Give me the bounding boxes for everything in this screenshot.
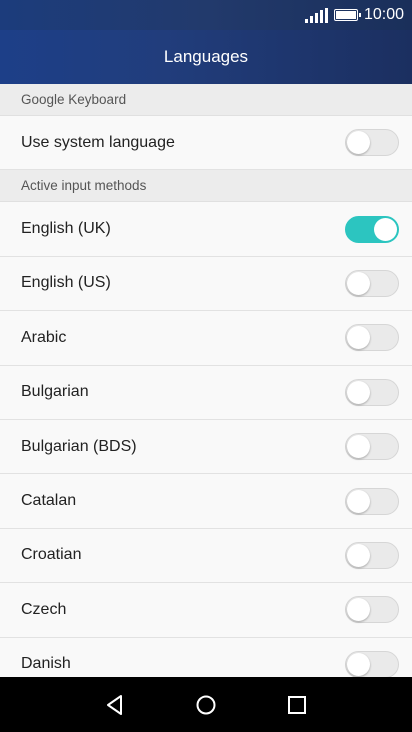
section-header-active-input-methods: Active input methods (0, 170, 412, 203)
toggle-knob (347, 271, 370, 295)
section-header-google-keyboard: Google Keyboard (0, 84, 412, 116)
setting-label: Czech (21, 600, 67, 618)
setting-label: English (UK) (21, 220, 111, 238)
setting-row-english-uk[interactable]: English (UK) (0, 202, 412, 257)
setting-label: Catalan (21, 492, 77, 510)
toggle-switch[interactable] (345, 596, 399, 624)
setting-label: Bulgarian (21, 383, 89, 401)
status-bar: 10:00 (0, 0, 412, 30)
navigation-bar (0, 677, 412, 732)
setting-label: Bulgarian (BDS) (21, 437, 137, 455)
back-icon[interactable] (100, 690, 130, 720)
signal-icon (304, 7, 328, 23)
setting-row-arabic[interactable]: Arabic (0, 311, 412, 366)
toggle-switch[interactable] (345, 215, 399, 243)
toggle-switch[interactable] (345, 433, 399, 461)
toggle-knob (347, 489, 370, 513)
recents-icon[interactable] (282, 690, 312, 720)
setting-row-bulgarian-bds[interactable]: Bulgarian (BDS) (0, 419, 412, 475)
setting-label: English (US) (21, 274, 111, 292)
setting-row-croatian[interactable]: Croatian (0, 528, 412, 584)
setting-label: Danish (21, 655, 71, 673)
battery-icon (333, 9, 361, 21)
setting-row-use-system-language[interactable]: Use system language (0, 116, 412, 171)
toggle-switch[interactable] (345, 650, 399, 677)
setting-row-english-us[interactable]: English (US) (0, 256, 412, 312)
toggle-knob (374, 217, 397, 241)
setting-label: Croatian (21, 546, 82, 564)
setting-row-bulgarian[interactable]: Bulgarian (0, 365, 412, 420)
toggle-switch[interactable] (345, 378, 399, 406)
setting-label: Use system language (21, 133, 175, 151)
toggle-switch[interactable] (345, 541, 399, 569)
toggle-switch[interactable] (345, 269, 399, 297)
toggle-knob (347, 380, 370, 404)
toggle-knob (347, 326, 370, 350)
status-time: 10:00 (363, 6, 404, 23)
setting-row-czech[interactable]: Czech (0, 583, 412, 638)
setting-label: Arabic (21, 328, 67, 346)
toggle-knob (347, 131, 370, 155)
toggle-knob (347, 652, 370, 676)
app-bar: Languages (0, 30, 412, 84)
setting-row-catalan[interactable]: Catalan (0, 474, 412, 529)
page-title: Languages (163, 47, 249, 66)
toggle-knob (347, 543, 370, 567)
settings-list[interactable]: Google Keyboard Use system language Acti… (0, 84, 412, 677)
toggle-knob (347, 435, 370, 459)
toggle-knob (347, 598, 370, 622)
toggle-switch[interactable] (345, 487, 399, 515)
toggle-switch[interactable] (345, 129, 399, 157)
setting-row-danish[interactable]: Danish (0, 637, 412, 677)
toggle-switch[interactable] (345, 324, 399, 352)
home-icon[interactable] (191, 690, 221, 720)
